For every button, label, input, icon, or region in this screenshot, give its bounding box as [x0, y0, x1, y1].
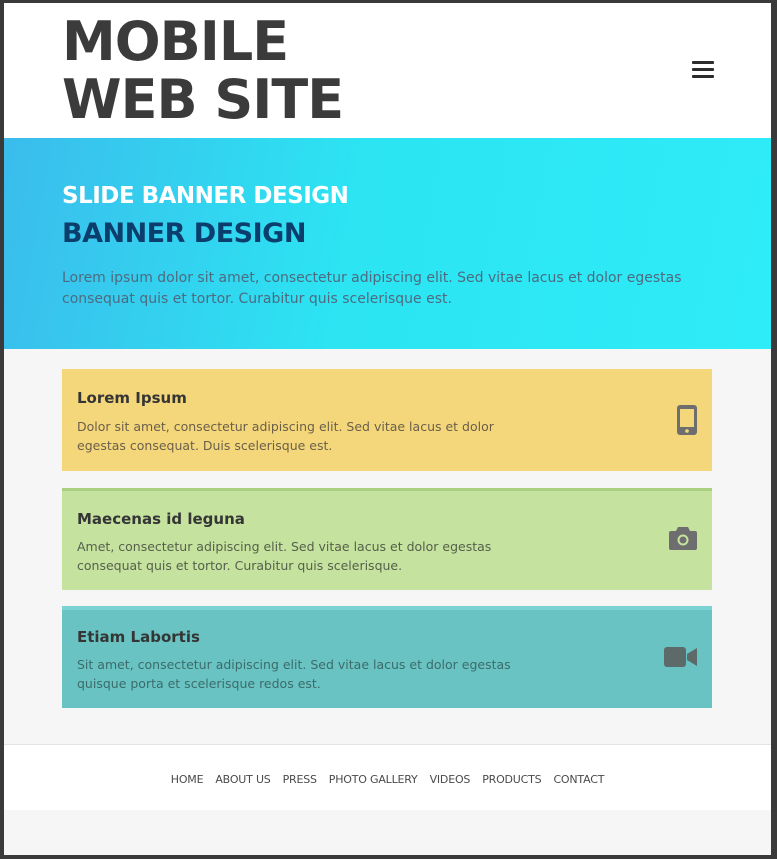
nav-link-contact[interactable]: CONTACT — [553, 773, 604, 786]
nav-link-press[interactable]: PRESS — [283, 773, 317, 786]
nav-link-products[interactable]: PRODUCTS — [482, 773, 541, 786]
footer-nav: HOME ABOUT US PRESS PHOTO GALLERY VIDEOS… — [4, 773, 771, 786]
banner-subtitle: BANNER DESIGN — [62, 218, 306, 249]
banner-title: SLIDE BANNER DESIGN — [62, 183, 349, 209]
nav-link-videos[interactable]: VIDEOS — [430, 773, 471, 786]
site-logo[interactable]: MOBILE WEB SITE — [62, 10, 344, 131]
card-title: Etiam Labortis — [77, 628, 200, 646]
site-footer: HOME ABOUT US PRESS PHOTO GALLERY VIDEOS… — [4, 744, 771, 810]
card-text: Sit amet, consectetur adipiscing elit. S… — [77, 657, 511, 691]
mobile-phone-icon — [676, 405, 698, 440]
feature-card-lorem-ipsum[interactable]: Lorem Ipsum Dolor sit amet, consectetur … — [62, 369, 712, 471]
page: MOBILE WEB SITE SLIDE BANNER DESIGN BANN… — [4, 3, 771, 855]
card-text: Dolor sit amet, consectetur adipiscing e… — [77, 419, 494, 453]
hamburger-menu-icon[interactable] — [692, 59, 716, 79]
nav-link-home[interactable]: HOME — [171, 773, 204, 786]
feature-card-etiam[interactable]: Etiam Labortis Sit amet, consectetur adi… — [62, 606, 712, 708]
nav-link-about-us[interactable]: ABOUT US — [215, 773, 270, 786]
feature-card-maecenas[interactable]: Maecenas id leguna Amet, consectetur adi… — [62, 488, 712, 590]
card-text: Amet, consectetur adipiscing elit. Sed v… — [77, 539, 492, 573]
card-title: Maecenas id leguna — [77, 510, 245, 528]
card-title: Lorem Ipsum — [77, 389, 187, 407]
banner-text: Lorem ipsum dolor sit amet, consectetur … — [62, 270, 682, 307]
hero-banner: SLIDE BANNER DESIGN BANNER DESIGN Lorem … — [4, 138, 771, 349]
logo-line-2: WEB SITE — [62, 68, 344, 131]
video-camera-icon — [664, 646, 698, 673]
nav-link-photo-gallery[interactable]: PHOTO GALLERY — [329, 773, 418, 786]
camera-icon — [668, 525, 698, 556]
site-header: MOBILE WEB SITE — [4, 3, 771, 138]
logo-line-1: MOBILE — [62, 10, 289, 73]
